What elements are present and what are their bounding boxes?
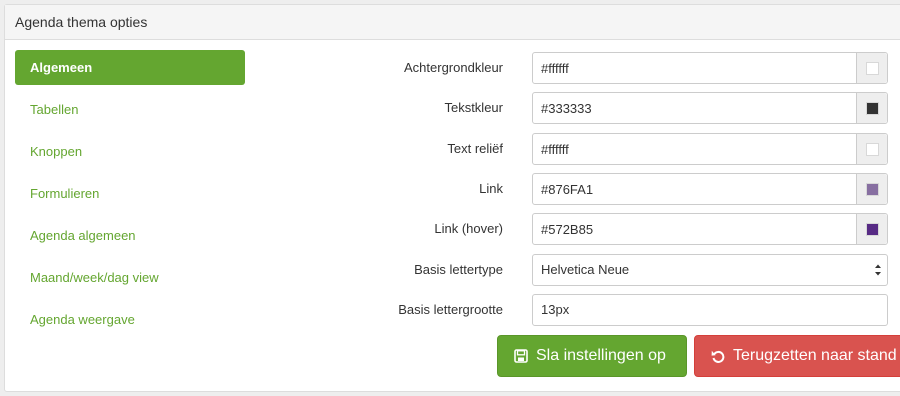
- save-settings-label: Sla instellingen op: [536, 347, 666, 364]
- link-hover-color-swatch-button[interactable]: [856, 214, 887, 244]
- nav-item-algemeen[interactable]: Algemeen: [15, 50, 245, 85]
- text-relief-picker: [532, 133, 888, 165]
- background-color-picker: [532, 52, 888, 84]
- text-relief-input[interactable]: [533, 134, 856, 164]
- reset-defaults-label: Terugzetten naar stand: [733, 347, 897, 364]
- base-font-size-input[interactable]: 13px: [532, 294, 888, 326]
- save-settings-button[interactable]: Sla instellingen op: [497, 335, 687, 377]
- nav-item-maand-week-dag-view[interactable]: Maand/week/dag view: [15, 260, 245, 295]
- undo-icon: [711, 350, 725, 363]
- link-color-row: Link: [245, 173, 900, 205]
- base-font-label: Basis lettertype: [414, 262, 503, 277]
- color-swatch: [865, 61, 879, 75]
- color-swatch: [865, 101, 879, 115]
- link-color-label: Link: [479, 181, 503, 196]
- background-color-input[interactable]: [533, 53, 856, 83]
- base-font-select[interactable]: Helvetica Neue: [532, 254, 888, 286]
- base-font-size-row: Basis lettergrootte 13px: [245, 294, 900, 326]
- panel-title: Agenda thema opties: [5, 5, 900, 40]
- text-relief-row: Text reliëf: [245, 133, 900, 165]
- nav-item-formulieren[interactable]: Formulieren: [15, 176, 245, 211]
- background-color-label: Achtergrondkleur: [404, 60, 503, 75]
- nav-item-agenda-weergave[interactable]: Agenda weergave: [15, 302, 245, 337]
- sidebar-nav: Algemeen Tabellen Knoppen Formulieren Ag…: [15, 50, 245, 344]
- base-font-row: Basis lettertype Helvetica Neue: [245, 254, 900, 286]
- background-color-swatch-button[interactable]: [856, 53, 887, 83]
- text-color-input[interactable]: [533, 93, 856, 123]
- nav-item-agenda-algemeen[interactable]: Agenda algemeen: [15, 218, 245, 253]
- reset-defaults-button[interactable]: Terugzetten naar stand: [694, 335, 900, 377]
- link-color-picker: [532, 173, 888, 205]
- select-arrows-icon: [875, 264, 881, 276]
- link-hover-color-label: Link (hover): [434, 221, 503, 236]
- color-swatch: [865, 182, 879, 196]
- text-color-row: Tekstkleur: [245, 92, 900, 124]
- link-hover-color-picker: [532, 213, 888, 245]
- link-hover-color-row: Link (hover): [245, 213, 900, 245]
- floppy-disk-icon: [514, 349, 528, 363]
- text-relief-swatch-button[interactable]: [856, 134, 887, 164]
- text-color-picker: [532, 92, 888, 124]
- text-color-label: Tekstkleur: [444, 100, 503, 115]
- base-font-value: Helvetica Neue: [541, 262, 630, 277]
- text-color-swatch-button[interactable]: [856, 93, 887, 123]
- nav-item-knoppen[interactable]: Knoppen: [15, 134, 245, 169]
- link-color-swatch-button[interactable]: [856, 174, 887, 204]
- theme-options-panel: Agenda thema opties Algemeen Tabellen Kn…: [4, 4, 900, 392]
- base-font-size-label: Basis lettergrootte: [398, 302, 503, 317]
- color-swatch: [865, 222, 879, 236]
- text-relief-label: Text reliëf: [447, 141, 503, 156]
- link-color-input[interactable]: [533, 174, 856, 204]
- link-hover-color-input[interactable]: [533, 214, 856, 244]
- background-color-row: Achtergrondkleur: [245, 52, 900, 84]
- color-swatch: [865, 142, 879, 156]
- nav-item-tabellen[interactable]: Tabellen: [15, 92, 245, 127]
